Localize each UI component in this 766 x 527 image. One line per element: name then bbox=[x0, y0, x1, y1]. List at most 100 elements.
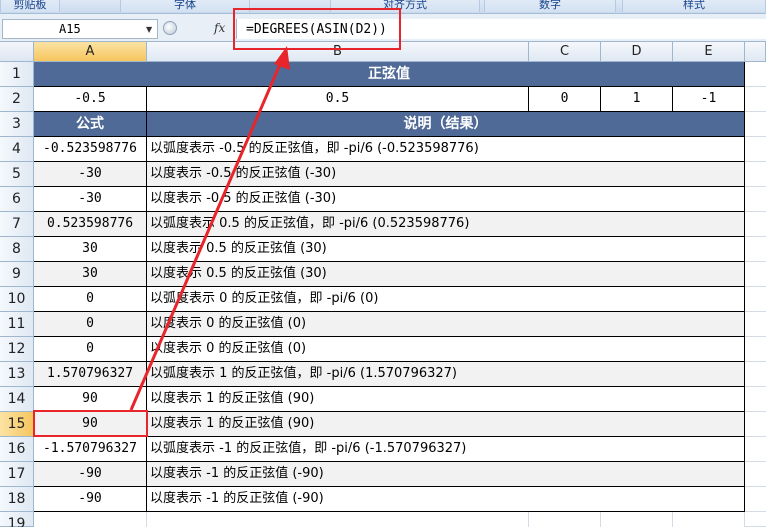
empty-cell[interactable] bbox=[745, 187, 766, 212]
empty-cell[interactable] bbox=[147, 512, 529, 527]
empty-cell[interactable] bbox=[745, 362, 766, 387]
result-cell[interactable]: -90 bbox=[34, 487, 147, 512]
empty-cell[interactable] bbox=[745, 512, 766, 527]
row-header[interactable]: 10 bbox=[0, 287, 34, 312]
result-cell[interactable]: -1.570796327 bbox=[34, 437, 147, 462]
row-header[interactable]: 13 bbox=[0, 362, 34, 387]
result-cell[interactable]: 0 bbox=[34, 287, 147, 312]
result-cell[interactable]: 1.570796327 bbox=[34, 362, 147, 387]
empty-cell[interactable] bbox=[745, 287, 766, 312]
ribbon-group-clipboard[interactable]: 剪贴板 bbox=[0, 0, 60, 12]
empty-cell[interactable] bbox=[745, 387, 766, 412]
empty-cell[interactable] bbox=[745, 137, 766, 162]
row-header[interactable]: 7 bbox=[0, 212, 34, 237]
empty-cell[interactable] bbox=[34, 512, 147, 527]
row-header[interactable]: 14 bbox=[0, 387, 34, 412]
name-box[interactable]: A15 bbox=[2, 19, 158, 39]
ribbon-group-number[interactable]: 数字 bbox=[484, 0, 616, 12]
empty-cell[interactable] bbox=[745, 437, 766, 462]
empty-cell[interactable] bbox=[745, 62, 766, 87]
row-header[interactable]: 3 bbox=[0, 112, 34, 137]
empty-cell[interactable] bbox=[745, 237, 766, 262]
description-cell[interactable]: 以度表示 -1 的反正弦值 (-90) bbox=[147, 487, 745, 512]
description-cell[interactable]: 以度表示 1 的反正弦值 (90) bbox=[147, 387, 745, 412]
row-header[interactable]: 19 bbox=[0, 512, 34, 527]
formula-bar: A15 ▼ fx =DEGREES(ASIN(D2)) bbox=[0, 14, 766, 42]
description-cell[interactable]: 以度表示 0.5 的反正弦值 (30) bbox=[147, 237, 745, 262]
description-header[interactable]: 说明（结果） bbox=[147, 112, 745, 137]
result-cell[interactable]: 90 bbox=[34, 412, 147, 437]
empty-cell[interactable] bbox=[745, 262, 766, 287]
chevron-down-icon[interactable]: ▼ bbox=[146, 25, 152, 34]
empty-cell[interactable] bbox=[673, 512, 745, 527]
row-header[interactable]: 17 bbox=[0, 462, 34, 487]
empty-cell[interactable] bbox=[745, 162, 766, 187]
result-cell[interactable]: 0.523598776 bbox=[34, 212, 147, 237]
row-header[interactable]: 15 bbox=[0, 412, 34, 437]
description-cell[interactable]: 以度表示 0 的反正弦值 (0) bbox=[147, 312, 745, 337]
column-header-b[interactable]: B bbox=[147, 42, 529, 62]
input-cell[interactable]: -0.5 bbox=[34, 87, 147, 112]
row-header[interactable]: 12 bbox=[0, 337, 34, 362]
input-cell[interactable]: 0.5 bbox=[147, 87, 529, 112]
empty-cell[interactable] bbox=[745, 312, 766, 337]
insert-function-icon[interactable]: fx bbox=[214, 21, 225, 35]
input-cell[interactable]: -1 bbox=[673, 87, 745, 112]
ribbon-group-alignment[interactable]: 对齐方式 bbox=[330, 0, 480, 12]
column-header-c[interactable]: C bbox=[529, 42, 601, 62]
result-cell[interactable]: -30 bbox=[34, 162, 147, 187]
row-header[interactable]: 5 bbox=[0, 162, 34, 187]
ribbon-group-styles[interactable]: 样式 bbox=[622, 0, 766, 12]
description-cell[interactable]: 以度表示 -1 的反正弦值 (-90) bbox=[147, 462, 745, 487]
description-cell[interactable]: 以弧度表示 -1 的反正弦值，即 -pi/6 (-1.570796327) bbox=[147, 437, 745, 462]
description-cell[interactable]: 以度表示 1 的反正弦值 (90) bbox=[147, 412, 745, 437]
row-header[interactable]: 18 bbox=[0, 487, 34, 512]
result-cell[interactable]: -0.523598776 bbox=[34, 137, 147, 162]
empty-cell[interactable] bbox=[529, 512, 601, 527]
description-cell[interactable]: 以弧度表示 0.5 的反正弦值，即 -pi/6 (0.523598776) bbox=[147, 212, 745, 237]
result-cell[interactable]: -90 bbox=[34, 462, 147, 487]
ribbon-group-font[interactable]: 字体 bbox=[120, 0, 250, 12]
empty-cell[interactable] bbox=[745, 462, 766, 487]
empty-cell[interactable] bbox=[745, 487, 766, 512]
description-cell[interactable]: 以弧度表示 -0.5 的反正弦值，即 -pi/6 (-0.523598776) bbox=[147, 137, 745, 162]
description-cell[interactable]: 以度表示 0.5 的反正弦值 (30) bbox=[147, 262, 745, 287]
column-header-f[interactable] bbox=[745, 42, 766, 62]
empty-cell[interactable] bbox=[745, 212, 766, 237]
row-header[interactable]: 1 bbox=[0, 62, 34, 87]
select-all-corner[interactable] bbox=[0, 42, 34, 62]
column-header-d[interactable]: D bbox=[601, 42, 673, 62]
result-cell[interactable]: -30 bbox=[34, 187, 147, 212]
result-cell[interactable]: 90 bbox=[34, 387, 147, 412]
column-header-e[interactable]: E bbox=[673, 42, 745, 62]
formula-header[interactable]: 公式 bbox=[34, 112, 147, 137]
row-header[interactable]: 9 bbox=[0, 262, 34, 287]
row-header[interactable]: 8 bbox=[0, 237, 34, 262]
empty-cell[interactable] bbox=[745, 112, 766, 137]
description-cell[interactable]: 以弧度表示 0 的反正弦值，即 -pi/6 (0) bbox=[147, 287, 745, 312]
column-header-a[interactable]: A bbox=[34, 42, 147, 62]
input-cell[interactable]: 0 bbox=[529, 87, 601, 112]
description-cell[interactable]: 以度表示 -0.5 的反正弦值 (-30) bbox=[147, 187, 745, 212]
empty-cell[interactable] bbox=[745, 412, 766, 437]
empty-cell[interactable] bbox=[745, 87, 766, 112]
result-cell[interactable]: 0 bbox=[34, 337, 147, 362]
ribbon-group-labels: 剪贴板 字体 对齐方式 数字 样式 bbox=[0, 0, 766, 14]
sheet-title[interactable]: 正弦值 bbox=[34, 62, 745, 87]
result-cell[interactable]: 30 bbox=[34, 237, 147, 262]
result-cell[interactable]: 0 bbox=[34, 312, 147, 337]
description-cell[interactable]: 以弧度表示 1 的反正弦值，即 -pi/6 (1.570796327) bbox=[147, 362, 745, 387]
row-header[interactable]: 2 bbox=[0, 87, 34, 112]
description-cell[interactable]: 以度表示 0 的反正弦值 (0) bbox=[147, 337, 745, 362]
row-header[interactable]: 6 bbox=[0, 187, 34, 212]
input-cell[interactable]: 1 bbox=[601, 87, 673, 112]
empty-cell[interactable] bbox=[745, 337, 766, 362]
empty-cell[interactable] bbox=[601, 512, 673, 527]
formula-text: =DEGREES(ASIN(D2)) bbox=[246, 22, 387, 37]
row-header[interactable]: 4 bbox=[0, 137, 34, 162]
description-cell[interactable]: 以度表示 -0.5 的反正弦值 (-30) bbox=[147, 162, 745, 187]
formula-expand-icon[interactable] bbox=[163, 21, 177, 35]
result-cell[interactable]: 30 bbox=[34, 262, 147, 287]
row-header[interactable]: 16 bbox=[0, 437, 34, 462]
row-header[interactable]: 11 bbox=[0, 312, 34, 337]
